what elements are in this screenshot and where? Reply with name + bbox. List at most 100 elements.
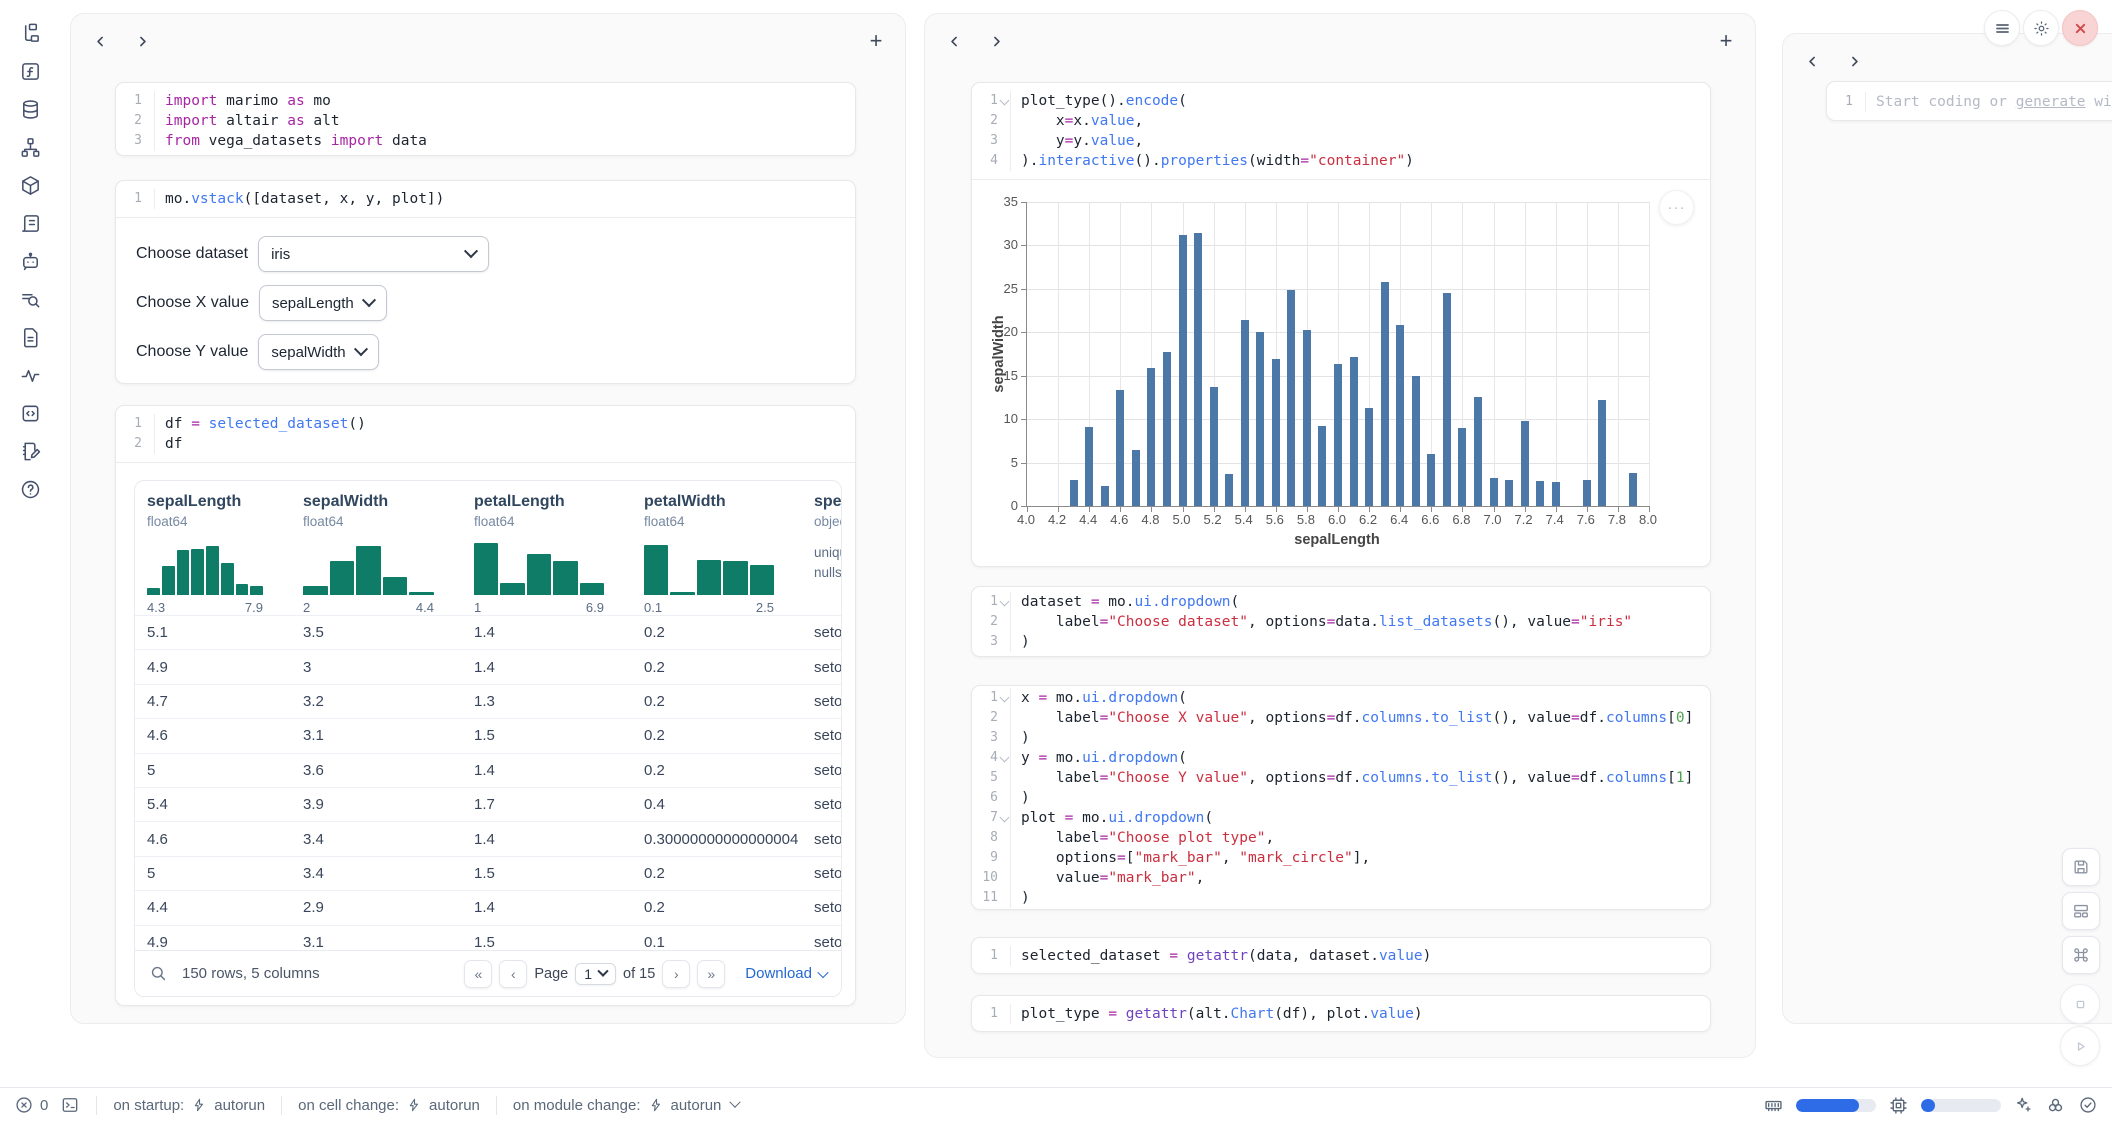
- bar[interactable]: [1132, 450, 1140, 506]
- code-line[interactable]: 7plot = mo.ui.dropdown(: [972, 808, 1710, 828]
- help-icon[interactable]: [19, 478, 43, 502]
- bar[interactable]: [1536, 481, 1544, 506]
- column-header-petalLength[interactable]: petalLengthfloat6416.9: [462, 493, 632, 615]
- bar[interactable]: [1443, 293, 1451, 506]
- column-histogram[interactable]: [644, 539, 774, 595]
- code-line[interactable]: 1selected_dataset = getattr(data, datase…: [972, 946, 1710, 966]
- bar[interactable]: [1334, 364, 1342, 506]
- code-line[interactable]: 2df: [116, 434, 855, 454]
- bar[interactable]: [1552, 482, 1560, 506]
- bar[interactable]: [1116, 390, 1124, 506]
- code-editor[interactable]: 1plot_type().encode(2 x=x.value,3 y=y.va…: [972, 83, 1710, 179]
- column-2-prev-button[interactable]: [941, 28, 967, 54]
- menu-button[interactable]: [1984, 10, 2020, 46]
- close-button[interactable]: [2062, 10, 2098, 46]
- connection-status-button[interactable]: [2078, 1095, 2098, 1115]
- snippets-icon[interactable]: [19, 402, 43, 426]
- y-value-select[interactable]: sepalWidth: [258, 334, 378, 370]
- bar[interactable]: [1272, 359, 1280, 506]
- code-editor[interactable]: 1Start coding or generate with AI: [1827, 82, 2112, 121]
- fold-chevron-icon[interactable]: [1000, 753, 1010, 763]
- column-histogram[interactable]: [303, 539, 434, 595]
- code-line[interactable]: 2import altair as alt: [116, 111, 855, 131]
- table-row[interactable]: 5.13.51.40.2setosa: [135, 615, 841, 649]
- table-row[interactable]: 53.41.50.2setosa: [135, 856, 841, 890]
- bar[interactable]: [1147, 368, 1155, 506]
- table-row[interactable]: 4.63.41.40.30000000000000004setosa: [135, 821, 841, 855]
- table-row[interactable]: 5.43.91.70.4setosa: [135, 787, 841, 821]
- bar[interactable]: [1412, 376, 1420, 506]
- code-line[interactable]: 1plot_type = getattr(alt.Chart(df), plot…: [972, 1004, 1710, 1024]
- column-1-add-cell-button[interactable]: +: [863, 28, 889, 54]
- column-header-sepalLength[interactable]: sepalLengthfloat644.37.9: [135, 493, 291, 615]
- code-line[interactable]: 2 x=x.value,: [972, 111, 1710, 131]
- run-all-button[interactable]: [2060, 1026, 2100, 1066]
- code-line[interactable]: 10 value="mark_bar",: [972, 868, 1710, 888]
- bar[interactable]: [1256, 332, 1264, 506]
- bar[interactable]: [1163, 352, 1171, 506]
- error-count-badge[interactable]: 0: [14, 1095, 48, 1115]
- column-2-next-button[interactable]: [983, 28, 1009, 54]
- code-line[interactable]: 1x = mo.ui.dropdown(: [972, 688, 1710, 708]
- chart-plot-area[interactable]: [1026, 202, 1649, 507]
- bar[interactable]: [1365, 408, 1373, 506]
- code-line[interactable]: 5 label="Choose Y value", options=df.col…: [972, 768, 1710, 788]
- packages-cube-icon[interactable]: [19, 174, 43, 198]
- code-editor[interactable]: 1x = mo.ui.dropdown(2 label="Choose X va…: [972, 686, 1710, 910]
- terminal-button[interactable]: [60, 1095, 80, 1115]
- x-value-select[interactable]: sepalLength: [259, 285, 387, 321]
- bar[interactable]: [1350, 357, 1358, 506]
- keyboard-shortcuts-button[interactable]: [2062, 936, 2100, 974]
- code-line[interactable]: 1mo.vstack([dataset, x, y, plot]): [116, 189, 855, 209]
- function-icon[interactable]: [19, 60, 43, 84]
- ai-assist-button[interactable]: [2013, 1095, 2033, 1115]
- settings-button[interactable]: [2023, 10, 2059, 46]
- code-line[interactable]: 2 label="Choose X value", options=df.col…: [972, 708, 1710, 728]
- bar[interactable]: [1318, 426, 1326, 506]
- column-3-prev-button[interactable]: [1799, 48, 1825, 74]
- code-line[interactable]: 1Start coding or generate with AI: [1827, 92, 2112, 112]
- bar[interactable]: [1427, 454, 1435, 506]
- bar[interactable]: [1490, 478, 1498, 506]
- column-1-next-button[interactable]: [129, 28, 155, 54]
- column-2-add-cell-button[interactable]: +: [1713, 28, 1739, 54]
- code-line[interactable]: 1import marimo as mo: [116, 91, 855, 111]
- code-line[interactable]: 2 label="Choose dataset", options=data.l…: [972, 612, 1710, 632]
- packages-button[interactable]: [2045, 1095, 2066, 1116]
- chart-options-button[interactable]: ···: [1659, 190, 1694, 225]
- code-line[interactable]: 1df = selected_dataset(): [116, 414, 855, 434]
- scratchpad-icon[interactable]: [19, 440, 43, 464]
- prev-page-button[interactable]: ‹: [499, 960, 527, 988]
- code-line[interactable]: 4).interactive().properties(width="conta…: [972, 151, 1710, 171]
- bar[interactable]: [1303, 330, 1311, 506]
- bar[interactable]: [1287, 290, 1295, 506]
- last-page-button[interactable]: »: [697, 960, 725, 988]
- column-histogram[interactable]: [147, 539, 263, 595]
- bar[interactable]: [1194, 233, 1202, 506]
- runtime-config-on-startup[interactable]: on startup:autorun: [113, 1097, 265, 1114]
- table-row[interactable]: 4.42.91.40.2setosa: [135, 890, 841, 924]
- search-icon[interactable]: [149, 964, 168, 983]
- first-page-button[interactable]: «: [464, 960, 492, 988]
- column-1-prev-button[interactable]: [87, 28, 113, 54]
- fold-chevron-icon[interactable]: [1000, 813, 1010, 823]
- database-icon[interactable]: [19, 98, 43, 122]
- code-line[interactable]: 11): [972, 888, 1710, 908]
- stop-button[interactable]: [2060, 984, 2100, 1024]
- bar[interactable]: [1381, 282, 1389, 506]
- fold-chevron-icon[interactable]: [1000, 96, 1010, 106]
- bar[interactable]: [1598, 400, 1606, 506]
- code-line[interactable]: 3from vega_datasets import data: [116, 131, 855, 151]
- save-button[interactable]: [2062, 848, 2100, 886]
- bar[interactable]: [1225, 474, 1233, 506]
- next-page-button[interactable]: ›: [662, 960, 690, 988]
- table-row[interactable]: 4.73.21.30.2setosa: [135, 684, 841, 718]
- bar[interactable]: [1521, 421, 1529, 506]
- layout-button[interactable]: [2062, 892, 2100, 930]
- documentation-icon[interactable]: [19, 326, 43, 350]
- data-sources-icon[interactable]: [19, 136, 43, 160]
- bar[interactable]: [1583, 480, 1591, 506]
- fold-chevron-icon[interactable]: [1000, 693, 1010, 703]
- file-tree-icon[interactable]: [19, 22, 43, 46]
- bar[interactable]: [1070, 480, 1078, 506]
